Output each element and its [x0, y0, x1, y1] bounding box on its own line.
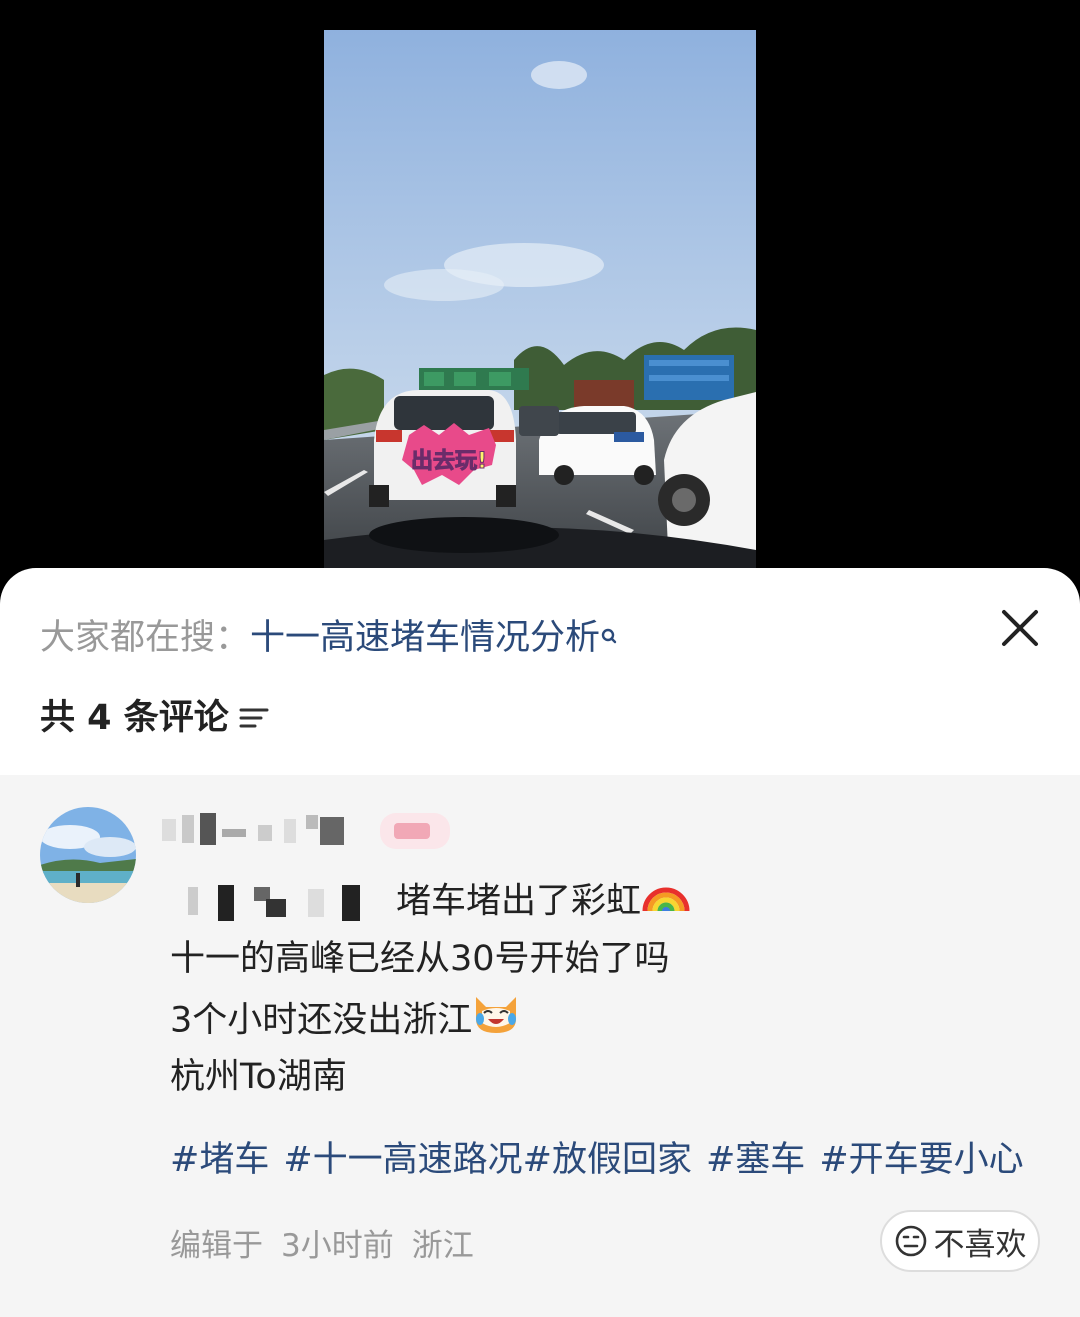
- comment-text: 堵车堵出了彩虹 十一的高峰已经从30号开始了吗 3个小时还没出浙江 杭州To湖南: [170, 871, 1050, 1107]
- comment-line-1: 堵车堵出了彩虹: [170, 871, 1050, 930]
- rainbow-emoji: [641, 871, 691, 934]
- comment-line-3: 3个小时还没出浙江: [170, 989, 1050, 1048]
- close-icon: [1002, 610, 1038, 646]
- screen: 出去玩! 大家都在搜：十一高速堵车情况分析 共 4 条评论 堵车堵出了彩虹 十一…: [0, 0, 1080, 1317]
- post-photo[interactable]: 出去玩!: [324, 30, 756, 570]
- comment-count-row: 共 4 条评论: [40, 696, 271, 740]
- mention-blurred[interactable]: [170, 883, 370, 923]
- hashtag-2[interactable]: #塞车: [706, 1140, 805, 1180]
- search-icon: [600, 616, 618, 646]
- comment-line-2: 十一的高峰已经从30号开始了吗: [170, 939, 670, 979]
- comment-line-1-text: 堵车堵出了彩虹: [396, 881, 642, 922]
- timestamp: 3小时前: [281, 1228, 394, 1264]
- avatar[interactable]: [40, 807, 136, 903]
- comment-line-3-text: 3个小时还没出浙江: [170, 1000, 473, 1041]
- comment-line-4: 杭州To湖南: [170, 1057, 347, 1097]
- avatar-image: [40, 807, 136, 903]
- username-blurred[interactable]: [162, 811, 452, 851]
- hashtag-3[interactable]: #开车要小心: [819, 1140, 1023, 1180]
- traffic-jam-image: 出去玩!: [324, 30, 756, 570]
- trending-search-prefix: 大家都在搜：: [40, 618, 251, 658]
- trending-search[interactable]: 大家都在搜：十一高速堵车情况分析: [40, 616, 618, 660]
- close-button[interactable]: [998, 606, 1042, 650]
- hashtag-list: #堵车 #十一高速路况#放假回家 #塞车 #开车要小心: [170, 1138, 1038, 1182]
- dislike-label: 不喜欢: [933, 1226, 1027, 1263]
- comment-item: 堵车堵出了彩虹 十一的高峰已经从30号开始了吗 3个小时还没出浙江 杭州To湖南…: [0, 775, 1080, 1317]
- laughing-cat-emoji: [472, 989, 520, 1054]
- hashtag-0[interactable]: #堵车: [170, 1140, 269, 1180]
- meh-face-icon: [895, 1225, 926, 1257]
- comment-meta: 编辑于 3小时前 浙江: [170, 1226, 492, 1266]
- comment-sheet: 大家都在搜：十一高速堵车情况分析 共 4 条评论 堵车堵出了彩虹 十一的高峰已经…: [0, 568, 1080, 1317]
- hashtag-1[interactable]: #十一高速路况#放假回家: [283, 1140, 692, 1180]
- sort-icon[interactable]: [237, 703, 271, 733]
- comment-count: 共 4 条评论: [40, 698, 229, 738]
- location: 浙江: [411, 1228, 474, 1264]
- trending-search-query[interactable]: 十一高速堵车情况分析: [250, 618, 600, 658]
- dislike-button[interactable]: 不喜欢: [880, 1210, 1040, 1272]
- edited-label: 编辑于: [170, 1228, 263, 1264]
- sticker-text: 出去玩!: [411, 449, 487, 474]
